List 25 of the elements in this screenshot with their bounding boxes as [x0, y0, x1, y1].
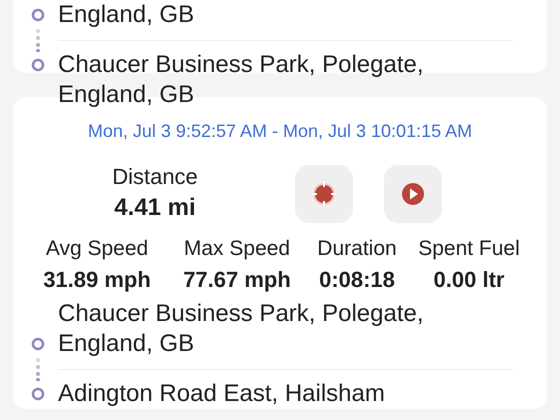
stat-label: Spent Fuel — [417, 236, 521, 262]
stat-value: 0.00 ltr — [432, 266, 506, 294]
route-connector-icon — [35, 357, 41, 381]
locate-button[interactable] — [295, 165, 353, 223]
waypoint-icon — [31, 387, 45, 401]
route-connector-icon — [35, 28, 41, 52]
waypoint-icon — [31, 8, 45, 22]
address-text: Adington Road East, Hailsham — [58, 379, 385, 409]
stat-value: 31.89 mph — [42, 266, 152, 294]
stat-label: Max Speed — [182, 236, 292, 262]
distance-value: 4.41 mi — [114, 193, 196, 223]
address-text: Chaucer Business Park, Polegate, England, GB — [58, 50, 425, 110]
waypoint-icon — [31, 337, 45, 351]
stat-value: 0:08:18 — [318, 266, 396, 294]
distance-label: Distance — [112, 163, 198, 191]
stat-value: 77.67 mph — [182, 266, 292, 294]
trip-period: Mon, Jul 3 9:52:57 AM - Mon, Jul 3 10:01:15 AM — [86, 120, 474, 143]
play-icon — [401, 182, 425, 206]
play-button[interactable] — [384, 165, 442, 223]
stat-label: Avg Speed — [44, 236, 150, 262]
target-icon — [311, 181, 337, 207]
address-text: Chaucer Business Park, Polegate, England, GB — [58, 299, 425, 359]
stat-label: Duration — [316, 236, 398, 262]
address-text: England, GB — [58, 0, 194, 30]
waypoint-icon — [31, 58, 45, 72]
